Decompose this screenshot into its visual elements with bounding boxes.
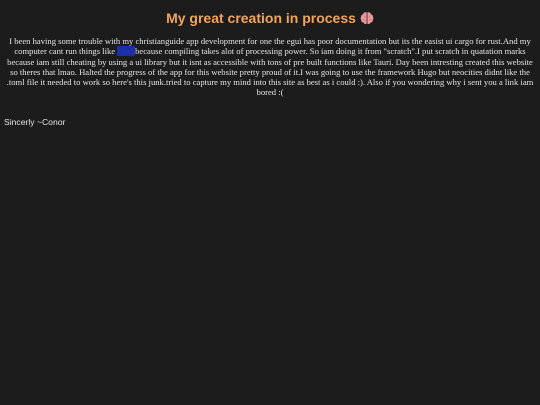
intro-paragraph: I been having some trouble with my chris…: [4, 36, 536, 98]
brain-icon: [360, 11, 374, 29]
tauri-link[interactable]: Tauri: [117, 46, 136, 57]
page-title: My great creation in process: [0, 9, 540, 29]
signature: Sincerly ~Conor: [4, 117, 66, 127]
page-title-text: My great creation in process: [166, 10, 356, 26]
